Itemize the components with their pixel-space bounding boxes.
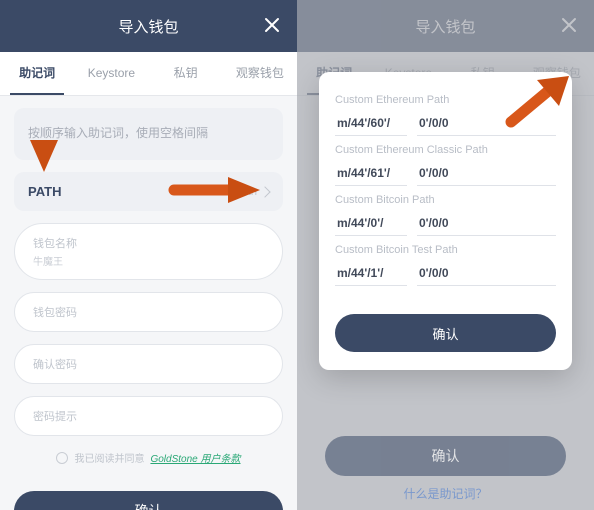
path-section-label: Custom Bitcoin Test Path	[335, 244, 556, 256]
path-suffix-input[interactable]: 0'/0/0	[417, 162, 556, 186]
terms-link[interactable]: GoldStone 用户条款	[150, 450, 240, 465]
confirm-button[interactable]: 确认	[14, 491, 283, 510]
tab-watch[interactable]: 观察钱包	[223, 52, 297, 95]
tab-mnemonic[interactable]: 助记词	[0, 52, 74, 95]
screen-left: 导入钱包 助记词 Keystore 私钥 观察钱包 按顺序输入助记词，使用空格间…	[0, 0, 297, 510]
tabs: 助记词 Keystore 私钥 观察钱包	[0, 52, 297, 96]
path-prefix-input[interactable]: m/44'/60'/	[335, 112, 407, 136]
tab-keystore[interactable]: Keystore	[74, 52, 148, 95]
content: 按顺序输入助记词，使用空格间隔 PATH Default Path 钱包名称 牛…	[0, 96, 297, 477]
close-icon[interactable]	[261, 14, 283, 36]
password-hint-field[interactable]: 密码提示	[14, 396, 283, 436]
confirm-password-field[interactable]: 确认密码	[14, 344, 283, 384]
agree-text: 我已阅读并同意	[74, 450, 144, 465]
confirm-password-label: 确认密码	[33, 356, 264, 372]
path-row[interactable]: PATH Default Path	[14, 172, 283, 211]
chevron-right-icon	[259, 186, 270, 197]
tab-privatekey[interactable]: 私钥	[149, 52, 223, 95]
path-section-etc: Custom Ethereum Classic Path m/44'/61'/ …	[335, 144, 556, 186]
path-suffix-input[interactable]: 0'/0/0	[417, 212, 556, 236]
wallet-password-field[interactable]: 钱包密码	[14, 292, 283, 332]
path-section-eth: Custom Ethereum Path m/44'/60'/ 0'/0/0	[335, 94, 556, 136]
path-prefix-input[interactable]: m/44'/1'/	[335, 262, 407, 286]
path-section-label: Custom Ethereum Classic Path	[335, 144, 556, 156]
help-link-dimmed: 什么是助记词？	[297, 485, 594, 502]
wallet-name-label: 钱包名称	[33, 235, 264, 251]
page-title: 导入钱包	[118, 16, 178, 37]
path-modal: Custom Ethereum Path m/44'/60'/ 0'/0/0 C…	[319, 72, 572, 370]
mnemonic-input[interactable]: 按顺序输入助记词，使用空格间隔	[14, 108, 283, 160]
agree-row[interactable]: 我已阅读并同意 GoldStone 用户条款	[14, 450, 283, 465]
path-section-label: Custom Bitcoin Path	[335, 194, 556, 206]
path-section-label: Custom Ethereum Path	[335, 94, 556, 106]
path-label: PATH	[28, 184, 61, 199]
wallet-name-field[interactable]: 钱包名称 牛魔王	[14, 223, 283, 280]
path-prefix-input[interactable]: m/44'/61'/	[335, 162, 407, 186]
path-suffix-input[interactable]: 0'/0/0	[417, 262, 556, 286]
path-section-btc-test: Custom Bitcoin Test Path m/44'/1'/ 0'/0/…	[335, 244, 556, 286]
confirm-button-dimmed: 确认	[325, 436, 566, 476]
path-prefix-input[interactable]: m/44'/0'/	[335, 212, 407, 236]
wallet-name-value: 牛魔王	[33, 253, 264, 268]
path-section-btc: Custom Bitcoin Path m/44'/0'/ 0'/0/0	[335, 194, 556, 236]
wallet-password-label: 钱包密码	[33, 304, 264, 320]
path-value: Default Path	[196, 186, 269, 198]
screen-right: 导入钱包 助记词 Keystore 私钥 观察钱包 Custom Ethereu…	[297, 0, 594, 510]
modal-confirm-button[interactable]: 确认	[335, 314, 556, 352]
path-suffix-input[interactable]: 0'/0/0	[417, 112, 556, 136]
path-value-text: Default Path	[196, 186, 257, 198]
agree-radio-icon[interactable]	[56, 452, 68, 464]
password-hint-label: 密码提示	[33, 408, 264, 424]
header: 导入钱包	[0, 0, 297, 52]
